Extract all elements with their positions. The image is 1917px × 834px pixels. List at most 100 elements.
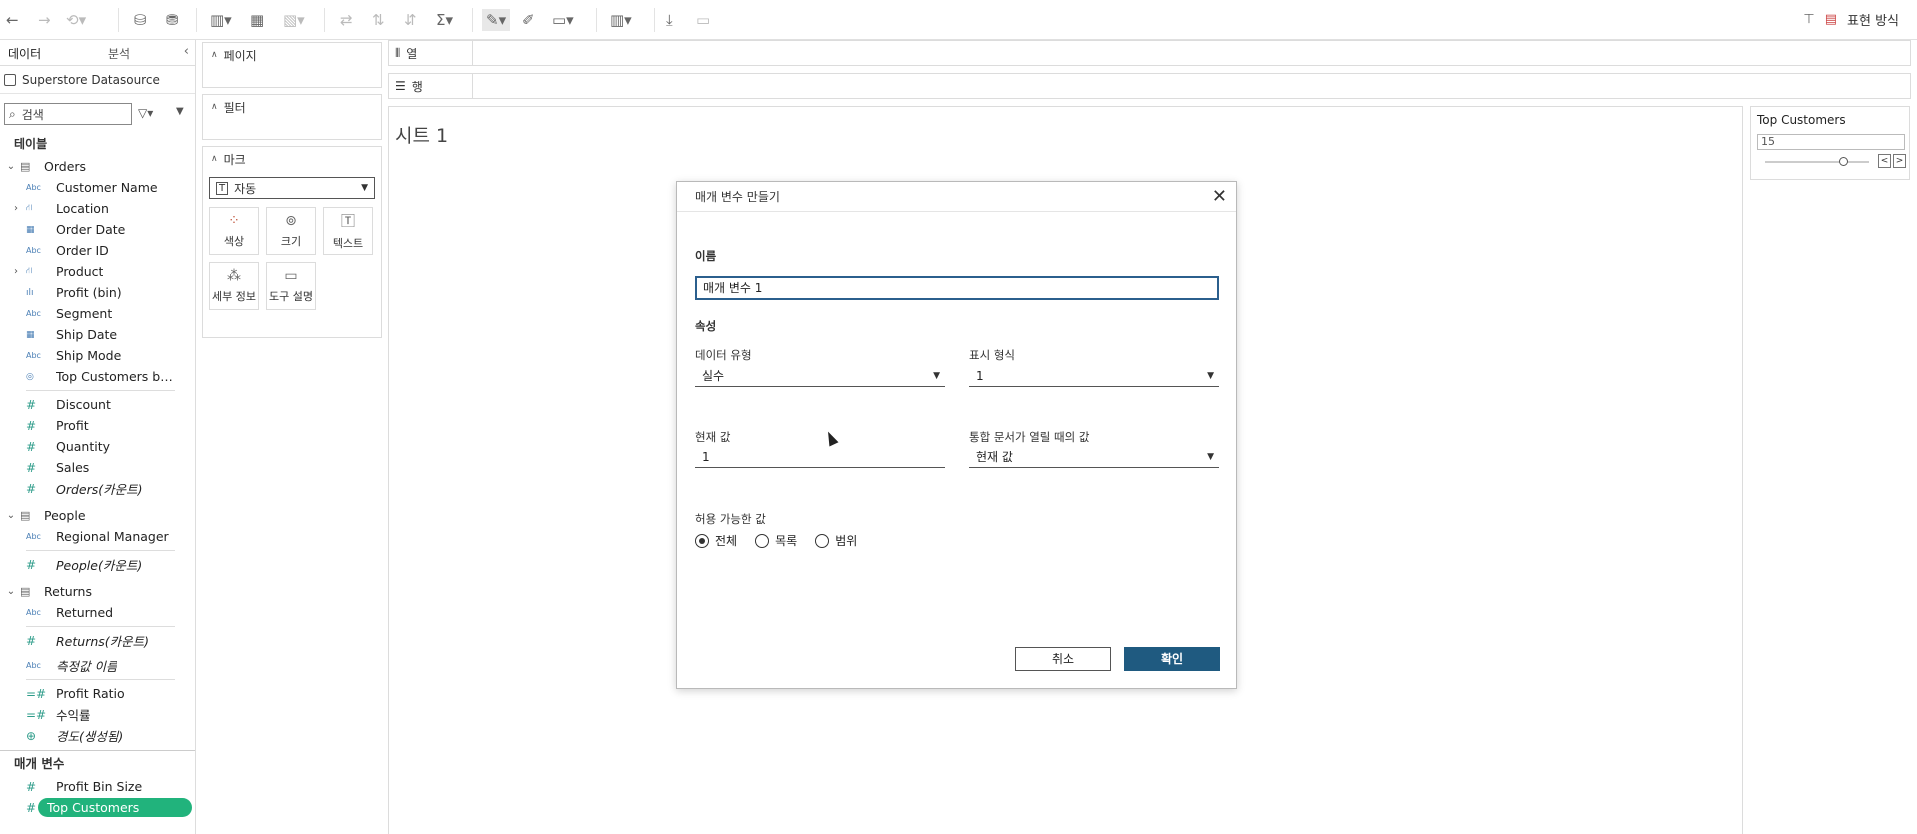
- menu-icon[interactable]: ▼: [176, 106, 184, 117]
- filters-card[interactable]: ∧ 필터: [202, 94, 382, 140]
- field-row[interactable]: # People(카운트): [0, 554, 195, 575]
- pages-card[interactable]: ∧ 페이지: [202, 42, 382, 88]
- parameter-top-customers[interactable]: # Top Customers: [0, 797, 195, 818]
- data-type-select[interactable]: 실수 ▼: [695, 365, 945, 387]
- tooltip-mark-button[interactable]: ▭ 도구 설명: [266, 262, 316, 310]
- ok-button[interactable]: 확인: [1124, 647, 1220, 671]
- fit-icon[interactable]: ▭▾: [552, 9, 574, 31]
- mark-type-select[interactable]: T 자동 ▼: [209, 177, 375, 199]
- tab-analytics[interactable]: 분석: [108, 45, 130, 62]
- chevron-right-icon[interactable]: ›: [14, 266, 18, 277]
- increment-button[interactable]: >: [1893, 154, 1906, 168]
- field-row[interactable]: › ⛙ Location: [0, 198, 195, 219]
- size-mark-button[interactable]: ⊚ 크기: [266, 207, 316, 255]
- swap-rows-columns-icon[interactable]: ⇄: [340, 9, 353, 31]
- field-name: Segment: [56, 306, 113, 321]
- field-row[interactable]: # Discount: [0, 394, 195, 415]
- field-row[interactable]: ▦ Ship Date: [0, 324, 195, 345]
- filter-icon[interactable]: ▽▾: [138, 106, 153, 120]
- annotate-icon[interactable]: ✐: [522, 9, 535, 31]
- field-row[interactable]: =# 수익률: [0, 704, 195, 725]
- field-row[interactable]: ◎ Top Customers by ...: [0, 366, 195, 387]
- table-returns[interactable]: ⌄ ▤ Returns: [0, 581, 195, 602]
- chevron-up-icon[interactable]: ∧: [211, 50, 218, 60]
- radio-range[interactable]: 범위: [815, 532, 857, 549]
- table-orders[interactable]: ⌄ ▤ Orders: [0, 156, 195, 177]
- undo-icon[interactable]: ←: [6, 9, 19, 31]
- chevron-right-icon[interactable]: ›: [14, 203, 18, 214]
- field-row[interactable]: Abc 측정값 이름: [0, 655, 195, 676]
- detail-mark-button[interactable]: ⁂ 세부 정보: [209, 262, 259, 310]
- field-row[interactable]: # Sales: [0, 457, 195, 478]
- cancel-button[interactable]: 취소: [1015, 647, 1111, 671]
- text-mark-icon: T: [216, 181, 229, 195]
- color-mark-button[interactable]: ⁘ 색상: [209, 207, 259, 255]
- radio-list[interactable]: 목록: [755, 532, 797, 549]
- field-row[interactable]: # Orders(카운트): [0, 478, 195, 499]
- datasource-name: Superstore Datasource: [22, 72, 160, 87]
- new-datasource-icon[interactable]: ⛁: [134, 9, 147, 31]
- totals-icon[interactable]: Σ▾: [436, 9, 453, 31]
- parameter-label: Top Customers: [38, 798, 192, 817]
- sort-descending-icon[interactable]: ⇵: [404, 9, 417, 31]
- rows-shelf[interactable]: ☰ 행: [388, 73, 1911, 99]
- presentation-icon[interactable]: ▭: [696, 9, 710, 31]
- display-format-select[interactable]: 1 ▼: [969, 365, 1219, 387]
- radio-selected-icon: [695, 533, 709, 548]
- datasource-row[interactable]: Superstore Datasource: [0, 66, 195, 94]
- clear-sheet-icon[interactable]: ▧▾: [283, 9, 305, 31]
- slider-thumb[interactable]: [1839, 157, 1848, 166]
- field-row[interactable]: › ⛙ Product: [0, 261, 195, 282]
- new-worksheet-icon[interactable]: ▥▾: [210, 9, 232, 31]
- field-row[interactable]: Abc Ship Mode: [0, 345, 195, 366]
- chevron-up-icon[interactable]: ∧: [211, 102, 218, 112]
- duplicate-sheet-icon[interactable]: ▦: [250, 9, 264, 31]
- pause-updates-icon[interactable]: ⛃: [166, 9, 179, 31]
- sort-ascending-icon[interactable]: ⇅: [372, 9, 385, 31]
- parameter-value-input[interactable]: 15: [1757, 134, 1905, 150]
- search-input[interactable]: ⌕ 검색: [4, 103, 132, 125]
- table-people[interactable]: ⌄ ▤ People: [0, 505, 195, 526]
- decrement-button[interactable]: <: [1878, 154, 1891, 168]
- collapse-pane-icon[interactable]: ‹: [184, 44, 189, 59]
- field-row[interactable]: ▦ Order Date: [0, 219, 195, 240]
- field-row[interactable]: ılı Profit (bin): [0, 282, 195, 303]
- chevron-up-icon[interactable]: ∧: [211, 154, 218, 164]
- parameter-profit-bin-size[interactable]: # Profit Bin Size: [0, 776, 195, 797]
- show-me-icon[interactable]: ▤: [1825, 12, 1837, 27]
- chevron-down-icon[interactable]: ⌄: [4, 586, 18, 597]
- field-row[interactable]: =# Profit Ratio: [0, 683, 195, 704]
- workbook-open-select[interactable]: 현재 값 ▼: [969, 446, 1219, 468]
- chevron-down-icon[interactable]: ⌄: [4, 161, 18, 172]
- highlight-icon[interactable]: ✎▾: [482, 9, 511, 31]
- current-value-input[interactable]: 1: [695, 446, 945, 468]
- search-icon: ⌕: [9, 106, 16, 121]
- redo-icon[interactable]: →: [38, 9, 51, 31]
- close-icon[interactable]: ✕: [1212, 186, 1227, 207]
- field-row[interactable]: Abc Customer Name: [0, 177, 195, 198]
- field-row[interactable]: Abc Segment: [0, 303, 195, 324]
- show-cards-icon[interactable]: ▥▾: [610, 9, 632, 31]
- name-input[interactable]: 매개 변수 1: [695, 276, 1219, 300]
- field-row[interactable]: # Profit: [0, 415, 195, 436]
- field-row[interactable]: # Returns(카운트): [0, 630, 195, 651]
- columns-shelf[interactable]: ⦀ 열: [388, 40, 1911, 66]
- field-row[interactable]: ⊕ 경도(생성됨): [0, 725, 195, 746]
- field-row[interactable]: # Quantity: [0, 436, 195, 457]
- field-row[interactable]: Abc Order ID: [0, 240, 195, 261]
- field-row[interactable]: Abc Returned: [0, 602, 195, 623]
- field-name: People(카운트): [56, 558, 143, 573]
- sheet-title[interactable]: 시트 1: [395, 121, 448, 148]
- show-me-label[interactable]: 표현 방식: [1847, 10, 1899, 29]
- data-type-value: 실수: [702, 369, 725, 383]
- chevron-down-icon: ▼: [361, 183, 368, 193]
- parameter-slider[interactable]: [1765, 157, 1869, 166]
- field-row[interactable]: Abc Regional Manager: [0, 526, 195, 547]
- redo-dropdown-icon[interactable]: ⟲▾: [66, 9, 86, 31]
- text-mark-button[interactable]: 🅃 텍스트: [323, 207, 373, 255]
- radio-all[interactable]: 전체: [695, 532, 737, 549]
- chevron-down-icon[interactable]: ⌄: [4, 510, 18, 521]
- tab-data[interactable]: 데이터: [8, 45, 41, 62]
- download-icon[interactable]: ⤓: [666, 9, 673, 31]
- pin-icon[interactable]: ⊤: [1803, 12, 1814, 27]
